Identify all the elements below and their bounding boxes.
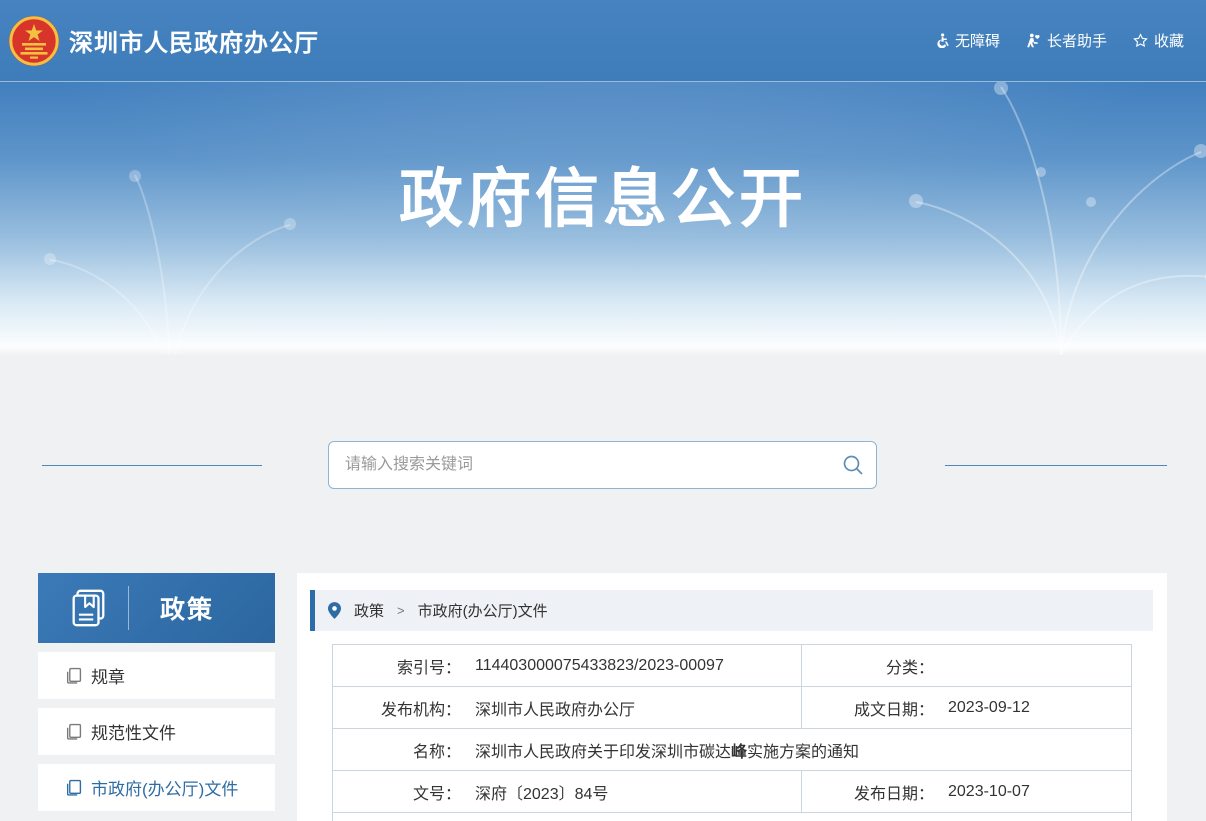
sidebar-item-label: 市政府(办公厅)文件 <box>91 775 238 800</box>
table-row-index-category: 索引号： 114403000075433823/2023-00097 分类： <box>332 645 1132 687</box>
table-row-docno-pubdate: 文号： 深府〔2023〕84号 发布日期： 2023-10-07 <box>332 771 1132 813</box>
doc-number-label: 文号： <box>333 780 461 804</box>
sidebar: 政策 规章 规范性文件 <box>38 573 275 820</box>
table-row-partial <box>332 813 1132 821</box>
table-row-name: 名称： 深圳市人民政府关于印发深圳市碳达峰实施方案的通知 <box>332 729 1132 771</box>
elder-assist-link-label: 长者助手 <box>1047 30 1107 51</box>
sidebar-title: 政策 <box>160 590 214 626</box>
sidebar-item-label: 规范性文件 <box>91 719 176 744</box>
name-cell: 名称： 深圳市人民政府关于印发深圳市碳达峰实施方案的通知 <box>333 729 1131 770</box>
site-title: 深圳市人民政府办公厅 <box>69 23 319 58</box>
accessibility-link[interactable]: 无障碍 <box>934 30 1000 51</box>
index-cell: 索引号： 114403000075433823/2023-00097 <box>333 645 801 686</box>
agency-label: 发布机构： <box>333 696 461 720</box>
location-pin-icon <box>328 602 341 619</box>
date-written-cell: 成文日期： 2023-09-12 <box>801 687 1131 728</box>
top-header-inner: 深圳市人民政府办公厅 无障碍 长者助手 <box>0 0 1206 81</box>
policy-book-icon <box>67 587 109 629</box>
elder-assist-icon <box>1026 33 1041 48</box>
sidebar-item-regulations[interactable]: 规章 <box>38 652 275 699</box>
favorite-link[interactable]: 收藏 <box>1133 30 1184 51</box>
document-info-table: 索引号： 114403000075433823/2023-00097 分类： 发… <box>332 644 1132 821</box>
document-icon <box>65 779 82 796</box>
decor-line-left <box>42 465 262 466</box>
star-icon <box>1133 33 1148 48</box>
category-label: 分类： <box>802 654 934 678</box>
breadcrumb-item-policy[interactable]: 政策 <box>354 600 384 621</box>
search-box <box>328 441 877 489</box>
document-icon <box>65 723 82 740</box>
name-label: 名称： <box>333 738 461 762</box>
breadcrumb: 政策 > 市政府(办公厅)文件 <box>310 590 1153 631</box>
search-input[interactable] <box>329 442 830 488</box>
document-icon <box>65 667 82 684</box>
date-published-value: 2023-10-07 <box>948 783 1030 801</box>
sidebar-item-normative-documents[interactable]: 规范性文件 <box>38 708 275 755</box>
category-cell: 分类： <box>801 645 1131 686</box>
accessibility-link-label: 无障碍 <box>955 30 1000 51</box>
search-section <box>0 355 1206 489</box>
date-published-cell: 发布日期： 2023-10-07 <box>801 771 1131 812</box>
decor-line-right <box>945 465 1167 466</box>
accessibility-icon <box>934 33 949 48</box>
sidebar-items: 规章 规范性文件 市政府(办公厅)文件 <box>38 652 275 811</box>
page-banner: 政府信息公开 <box>0 82 1206 355</box>
favorite-link-label: 收藏 <box>1154 30 1184 51</box>
page-title: 政府信息公开 <box>0 82 1206 240</box>
top-utility-links: 无障碍 长者助手 收藏 <box>934 30 1184 51</box>
date-written-value: 2023-09-12 <box>948 699 1030 717</box>
national-emblem-icon <box>8 15 60 67</box>
breadcrumb-item-current[interactable]: 市政府(办公厅)文件 <box>418 600 548 621</box>
elder-assist-link[interactable]: 长者助手 <box>1026 30 1107 51</box>
index-value: 114403000075433823/2023-00097 <box>475 657 724 675</box>
index-label: 索引号： <box>333 654 461 678</box>
sidebar-header-divider <box>128 586 129 630</box>
document-name: 深圳市人民政府关于印发深圳市碳达峰实施方案的通知 <box>475 738 859 762</box>
agency-cell: 发布机构： 深圳市人民政府办公厅 <box>333 687 801 728</box>
doc-number-value: 深府〔2023〕84号 <box>475 780 608 804</box>
search-button[interactable] <box>830 442 876 488</box>
main-layout: 政策 规章 规范性文件 <box>0 573 1206 821</box>
date-written-label: 成文日期： <box>802 696 934 720</box>
main-panel: 政策 > 市政府(办公厅)文件 索引号： 114403000075433823/… <box>297 573 1167 821</box>
doc-number-cell: 文号： 深府〔2023〕84号 <box>333 771 801 812</box>
content-area: 政策 规章 规范性文件 <box>0 355 1206 821</box>
top-header-bar: 深圳市人民政府办公厅 无障碍 长者助手 <box>0 0 1206 82</box>
table-row-agency-date: 发布机构： 深圳市人民政府办公厅 成文日期： 2023-09-12 <box>332 687 1132 729</box>
search-icon <box>842 454 864 476</box>
highlighted-keyword: 峰 <box>731 744 747 761</box>
sidebar-item-municipal-government-documents[interactable]: 市政府(办公厅)文件 <box>38 764 275 811</box>
agency-value: 深圳市人民政府办公厅 <box>475 696 635 720</box>
breadcrumb-separator: > <box>397 603 405 618</box>
sidebar-header: 政策 <box>38 573 275 643</box>
sidebar-item-label: 规章 <box>91 663 125 688</box>
date-published-label: 发布日期： <box>802 780 934 804</box>
